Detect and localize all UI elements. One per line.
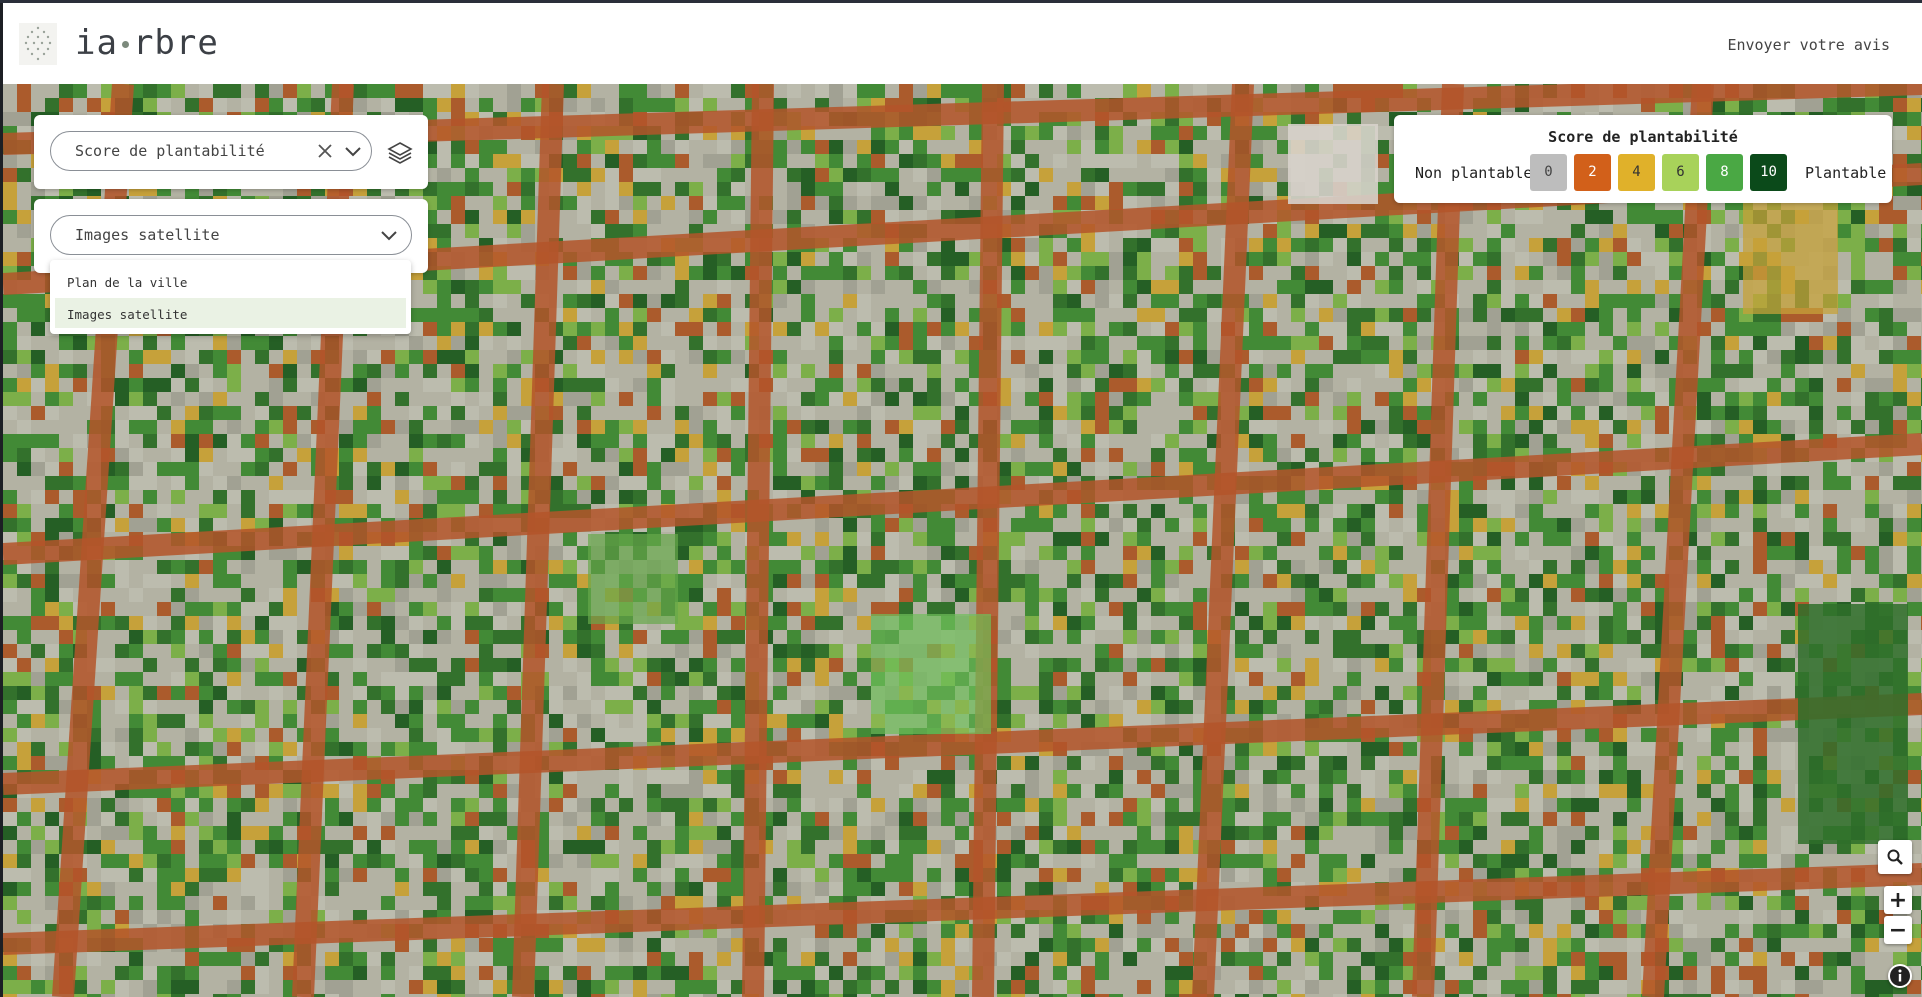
logo-icon	[19, 23, 57, 65]
close-icon[interactable]	[313, 139, 337, 163]
zoom-in-button[interactable]: +	[1884, 886, 1912, 914]
logo-wordmark: ia rbre	[75, 23, 219, 63]
feedback-link[interactable]: Envoyer votre avis	[1727, 36, 1890, 54]
legend-swatch-10: 10	[1750, 154, 1787, 191]
chevron-down-icon[interactable]	[377, 223, 401, 247]
layer-select-value: Score de plantabilité	[75, 142, 265, 160]
legend-swatch-0: 0	[1530, 154, 1567, 191]
logo-text-left: ia	[75, 23, 118, 63]
logo-text-right: rbre	[132, 23, 219, 63]
legend-swatch-4: 4	[1618, 154, 1655, 191]
chevron-down-icon[interactable]	[341, 139, 365, 163]
map-search-button[interactable]	[1878, 840, 1912, 874]
legend-min-label: Non plantable	[1415, 164, 1533, 182]
logo-dot	[121, 41, 129, 48]
layers-icon[interactable]	[386, 139, 414, 167]
basemap-option-satellite[interactable]: Images satellite	[55, 298, 406, 328]
legend-max-label: Plantable	[1805, 164, 1887, 182]
basemap-select[interactable]: Images satellite	[50, 215, 412, 255]
basemap-dropdown-menu: Plan de la ville Images satellite	[50, 260, 411, 334]
basemap-select-value: Images satellite	[75, 226, 220, 244]
app-header: ia rbre Envoyer votre avis	[3, 3, 1922, 84]
layer-select[interactable]: Score de plantabilité	[50, 131, 372, 171]
info-icon	[1890, 966, 1910, 986]
legend-swatch-2: 2	[1574, 154, 1611, 191]
plantability-legend: Score de plantabilité Non plantable 0246…	[1394, 115, 1892, 203]
basemap-option-plan[interactable]: Plan de la ville	[55, 266, 406, 296]
map-info-button[interactable]	[1888, 964, 1912, 988]
legend-swatch-6: 6	[1662, 154, 1699, 191]
legend-title: Score de plantabilité	[1548, 128, 1738, 146]
zoom-out-button[interactable]: −	[1884, 916, 1912, 944]
search-icon	[1887, 849, 1903, 865]
legend-swatch-8: 8	[1706, 154, 1743, 191]
layer-selector-panel: Score de plantabilité	[34, 115, 428, 189]
